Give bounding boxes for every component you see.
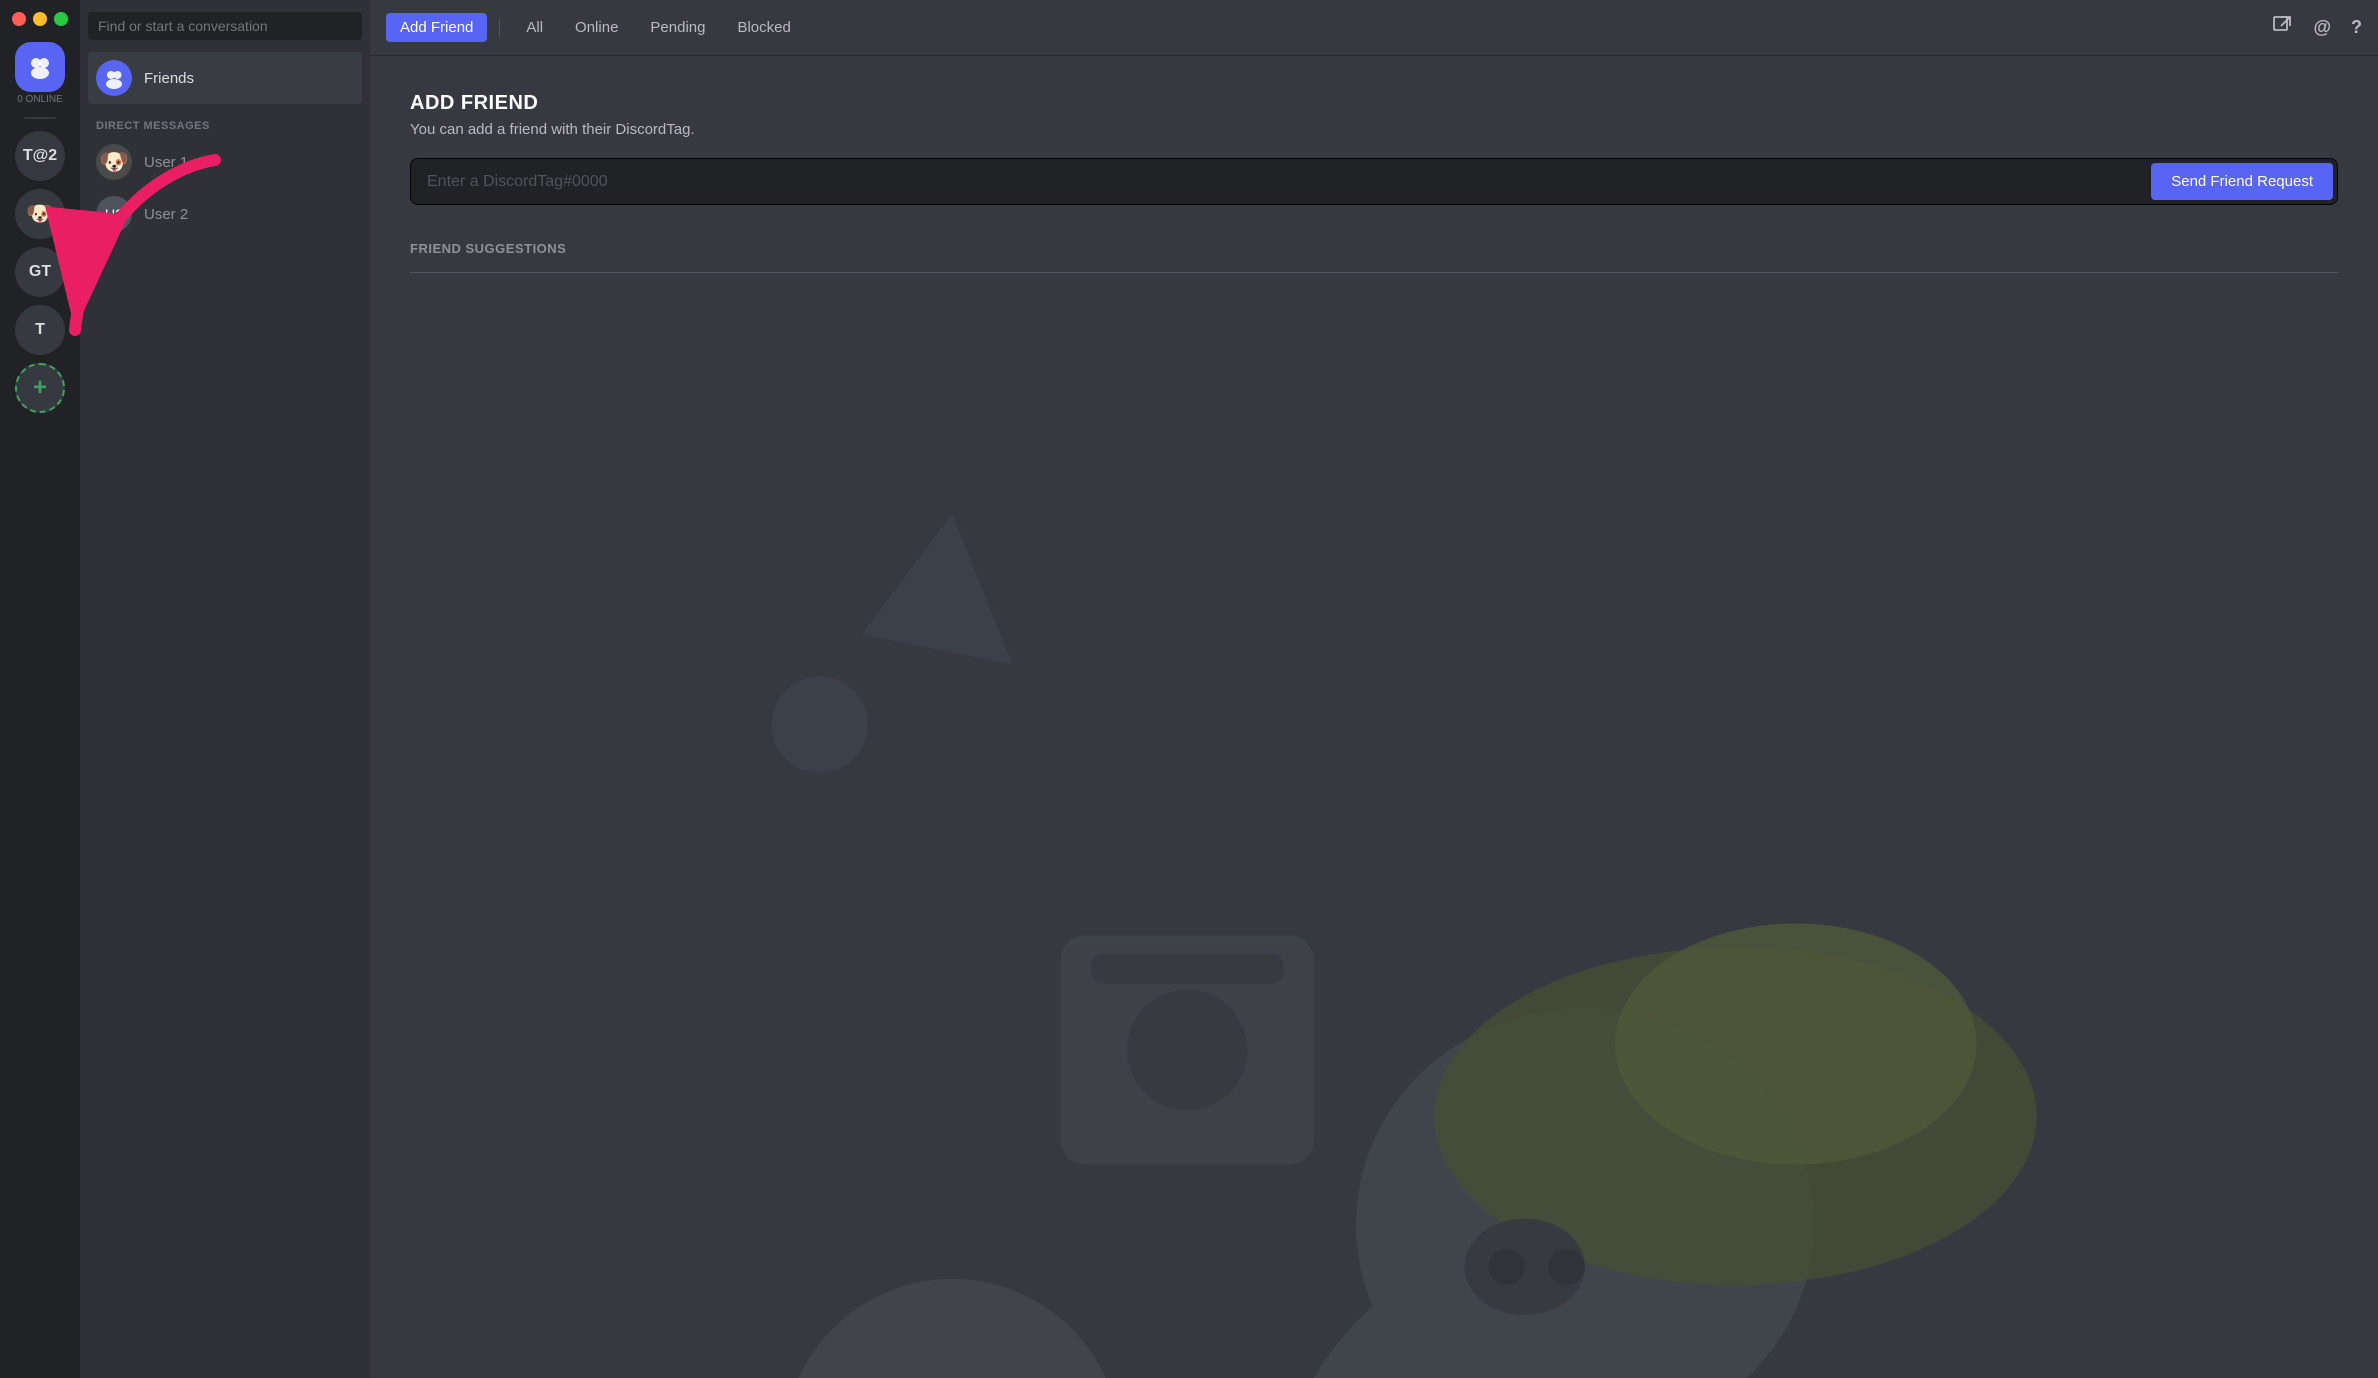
- server-avatar-t2[interactable]: T@2: [15, 131, 65, 181]
- server-avatar-gt[interactable]: GT: [15, 247, 65, 297]
- discord-tag-input-row: Send Friend Request: [410, 158, 2338, 205]
- friends-avatar: [96, 60, 132, 96]
- header-icons: @ ?: [2271, 14, 2362, 42]
- search-bar[interactable]: [80, 0, 370, 52]
- traffic-lights: [0, 12, 68, 26]
- dm-avatar-2: U2: [96, 196, 132, 232]
- tab-all[interactable]: All: [512, 13, 557, 42]
- home-server-item[interactable]: 0 ONLINE: [15, 42, 65, 105]
- dm-sidebar: Friends DIRECT MESSAGES 🐶 User 1 U2 User…: [80, 0, 370, 1378]
- fullscreen-button[interactable]: [54, 12, 68, 26]
- server-item-gt[interactable]: GT: [15, 247, 65, 297]
- server-avatar-dog[interactable]: 🐶: [15, 189, 65, 239]
- dm-name-1: User 1: [144, 154, 188, 171]
- main-content: Add Friend All Online Pending Blocked @ …: [370, 0, 2378, 1378]
- send-friend-request-button[interactable]: Send Friend Request: [2151, 163, 2333, 200]
- dm-avatar-1: 🐶: [96, 144, 132, 180]
- tab-add-friend[interactable]: Add Friend: [386, 13, 487, 42]
- home-icon[interactable]: [15, 42, 65, 92]
- tab-online[interactable]: Online: [561, 13, 632, 42]
- add-server-item[interactable]: +: [15, 363, 65, 413]
- tab-divider: [499, 18, 500, 38]
- add-friend-subtitle: You can add a friend with their DiscordT…: [410, 121, 2338, 138]
- discord-tag-input[interactable]: [427, 173, 2151, 191]
- friends-label: Friends: [144, 70, 194, 87]
- dm-item-1[interactable]: 🐶 User 1: [88, 136, 362, 188]
- friends-item[interactable]: Friends: [88, 52, 362, 104]
- add-friend-title: ADD FRIEND: [410, 92, 2338, 115]
- add-friend-content: ADD FRIEND You can add a friend with the…: [370, 56, 2378, 1378]
- suggestions-empty: Wanna find some friends to play with? Co…: [410, 313, 2338, 1378]
- external-link-icon[interactable]: [2271, 14, 2293, 42]
- direct-messages-header: DIRECT MESSAGES: [80, 104, 370, 136]
- minimize-button[interactable]: [33, 12, 47, 26]
- friend-suggestions-title: FRIEND SUGGESTIONS: [410, 241, 2338, 273]
- search-input[interactable]: [88, 12, 362, 40]
- dm-item-2[interactable]: U2 User 2: [88, 188, 362, 240]
- server-item-dog[interactable]: 🐶: [15, 189, 65, 239]
- tab-bar: Add Friend All Online Pending Blocked @ …: [370, 0, 2378, 56]
- help-icon[interactable]: ?: [2351, 17, 2362, 38]
- tab-blocked[interactable]: Blocked: [723, 13, 804, 42]
- dm-name-2: User 2: [144, 206, 188, 223]
- goblin-illustration: [410, 333, 2338, 1378]
- add-server-icon[interactable]: +: [15, 363, 65, 413]
- close-button[interactable]: [12, 12, 26, 26]
- server-item-t[interactable]: T: [15, 305, 65, 355]
- server-avatar-t[interactable]: T: [15, 305, 65, 355]
- server-item-t2[interactable]: T@2: [15, 131, 65, 181]
- online-count-label: 0 ONLINE: [17, 94, 63, 105]
- tab-pending[interactable]: Pending: [636, 13, 719, 42]
- server-divider: [24, 117, 56, 119]
- server-sidebar: 0 ONLINE T@2 🐶 GT T +: [0, 0, 80, 1378]
- mention-icon[interactable]: @: [2313, 17, 2331, 38]
